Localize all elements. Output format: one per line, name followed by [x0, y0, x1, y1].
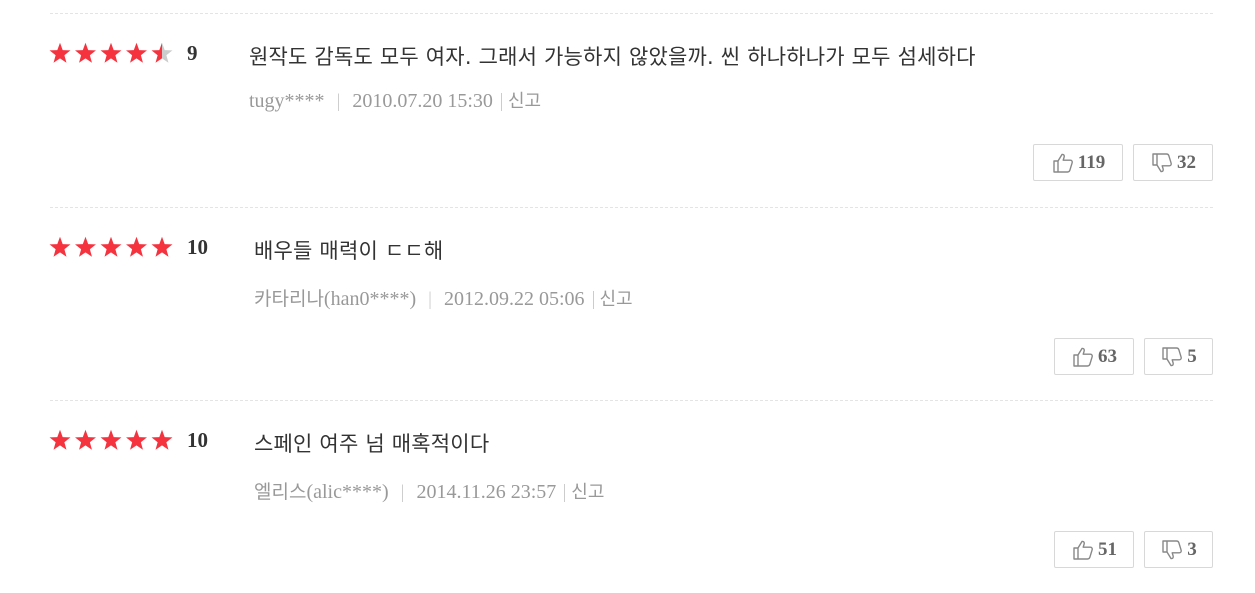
dislike-button[interactable]: 3 — [1144, 531, 1213, 568]
review-author: tugy**** — [249, 90, 325, 113]
star-icon — [75, 42, 96, 63]
star-rating — [49, 236, 179, 258]
review-item: 10 스페인 여주 넘 매혹적이다 엘리스(alic****) | 2014.1… — [0, 400, 1255, 593]
star-icon — [126, 429, 147, 450]
like-button[interactable]: 119 — [1033, 144, 1123, 181]
author-name: 카타리나 — [254, 288, 324, 310]
review-score: 10 — [187, 428, 208, 452]
dislike-count: 5 — [1187, 345, 1197, 367]
author-id: tugy**** — [249, 90, 325, 112]
dislike-button[interactable]: 5 — [1144, 338, 1213, 375]
author-id: (han0****) — [323, 288, 417, 310]
author-name: 엘리스 — [254, 481, 307, 503]
review-score: 9 — [187, 41, 198, 65]
review-item: 10 배우들 매력이 ㄷㄷ해 카타리나(han0****) | 2012.09.… — [0, 207, 1255, 400]
meta-separator: | — [336, 91, 341, 112]
star-icon — [49, 236, 71, 257]
star-icon — [100, 42, 122, 63]
star-icon — [151, 236, 173, 257]
review-item: 9 원작도 감독도 모두 여자. 그래서 가능하지 않았을까. 씬 하나하나가 … — [0, 13, 1255, 206]
star-rating — [49, 42, 179, 64]
thumbs-up-icon — [1071, 345, 1098, 369]
star-icon — [126, 42, 147, 63]
review-list: 9 원작도 감독도 모두 여자. 그래서 가능하지 않았을까. 씬 하나하나가 … — [0, 0, 1255, 585]
thumbs-down-icon — [1160, 345, 1187, 369]
report-link[interactable]: 신고 — [592, 291, 633, 309]
review-meta: 카타리나(han0****) | 2012.09.22 05:06 신고 — [254, 284, 633, 311]
review-date: 2012.09.22 05:06 — [443, 288, 585, 310]
meta-separator: | — [400, 482, 405, 503]
dislike-count: 32 — [1177, 151, 1196, 173]
review-text: 스페인 여주 넘 매혹적이다 — [254, 432, 490, 456]
review-meta: tugy**** | 2010.07.20 15:30 신고 — [249, 90, 541, 113]
star-icon — [100, 429, 122, 450]
review-meta: 엘리스(alic****) | 2014.11.26 23:57 신고 — [254, 477, 604, 504]
star-icon — [75, 429, 96, 450]
like-count: 119 — [1077, 151, 1106, 173]
star-icon — [151, 42, 173, 63]
review-date: 2010.07.20 15:30 — [352, 90, 493, 112]
meta-separator: | — [428, 289, 432, 310]
like-count: 51 — [1098, 538, 1117, 560]
author-id: (alic****) — [306, 481, 389, 503]
star-icon — [126, 236, 147, 257]
review-author: 엘리스(alic****) — [254, 477, 389, 504]
dislike-button[interactable]: 32 — [1133, 144, 1213, 181]
star-icon — [49, 42, 71, 63]
like-count: 63 — [1098, 345, 1117, 367]
thumbs-up-icon — [1071, 538, 1098, 562]
star-icon — [49, 429, 71, 450]
thumbs-down-icon — [1150, 151, 1177, 175]
review-text: 원작도 감독도 모두 여자. 그래서 가능하지 않았을까. 씬 하나하나가 모두… — [249, 45, 976, 69]
like-button[interactable]: 63 — [1054, 338, 1134, 375]
thumbs-up-icon — [1051, 151, 1078, 175]
report-link[interactable]: 신고 — [500, 93, 541, 111]
review-score: 10 — [187, 235, 208, 259]
report-link[interactable]: 신고 — [564, 484, 604, 502]
star-icon — [100, 236, 122, 257]
like-button[interactable]: 51 — [1054, 531, 1134, 568]
star-rating — [49, 429, 179, 451]
review-author: 카타리나(han0****) — [254, 284, 416, 311]
dislike-count: 3 — [1187, 538, 1197, 560]
review-date: 2014.11.26 23:57 — [416, 481, 557, 503]
thumbs-down-icon — [1160, 538, 1187, 562]
star-icon — [75, 236, 96, 257]
star-icon — [151, 429, 173, 450]
review-text: 배우들 매력이 ㄷㄷ해 — [254, 239, 444, 263]
